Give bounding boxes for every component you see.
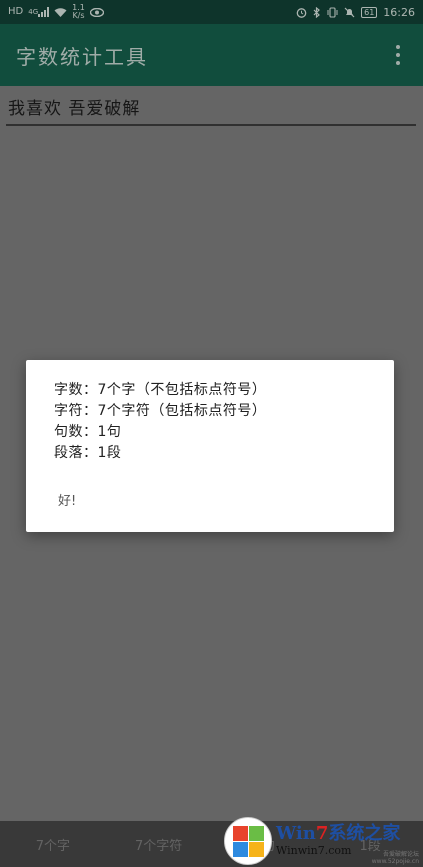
dialog-message: 字数：7个字（不包括标点符号） 字符：7个字符（包括标点符号） 句数：1句 段落…: [54, 380, 266, 464]
result-dialog: 字数：7个字（不包括标点符号） 字符：7个字符（包括标点符号） 句数：1句 段落…: [26, 360, 394, 532]
dialog-line-paragraph-count: 段落：1段: [54, 445, 122, 461]
watermark-brand: Win7系统之家: [276, 823, 401, 844]
dialog-line-symbol-count: 字符：7个字符（包括标点符号）: [54, 403, 267, 419]
dialog-line-char-count: 字数：7个字（不包括标点符号）: [54, 382, 267, 398]
ok-button[interactable]: 好!: [54, 488, 80, 511]
dialog-line-sentence-count: 句数：1句: [54, 424, 122, 440]
watermark: Win7系统之家 Winwin7.com 吾爱破解论坛 www.52pojie.…: [224, 814, 423, 867]
windows-logo-icon: [224, 816, 272, 865]
watermark-corner: 吾爱破解论坛 www.52pojie.cn: [371, 851, 419, 865]
